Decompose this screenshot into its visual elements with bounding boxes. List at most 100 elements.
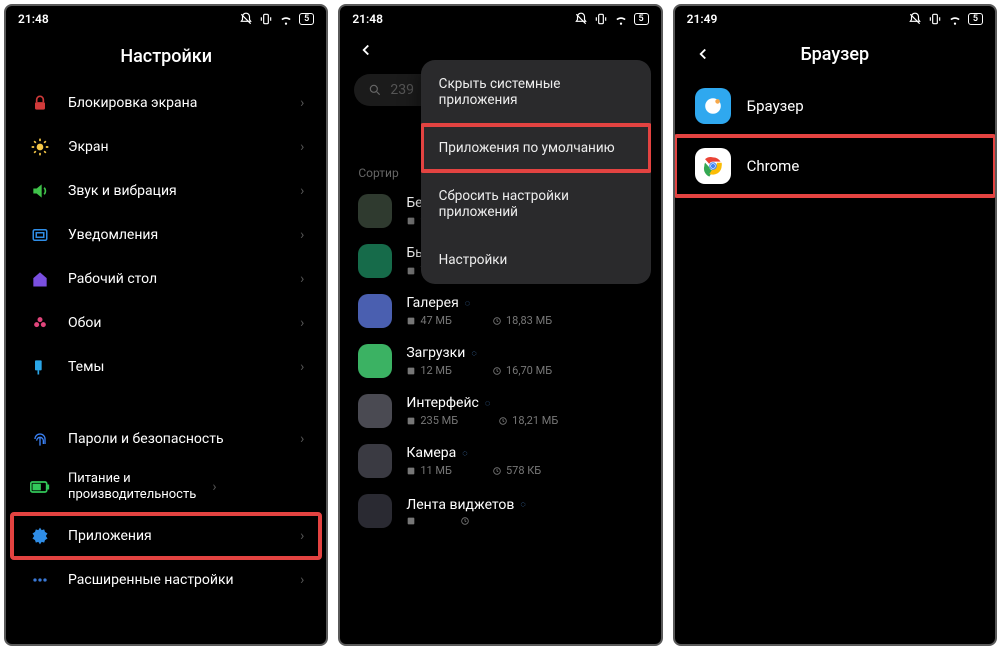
overflow-menu: Скрыть системные приложенияПриложения по… — [421, 60, 651, 284]
dnd-icon — [574, 12, 588, 26]
battery-icon: 5 — [634, 13, 649, 25]
browser-option-label: Chrome — [747, 157, 800, 175]
vibrate-icon — [928, 12, 942, 26]
loading-icon: ◌ — [465, 298, 470, 309]
app-cache: 578 КБ — [492, 464, 541, 477]
wifi-icon — [279, 12, 293, 26]
menu-item[interactable]: Настройки — [421, 236, 651, 284]
settings-item-bell[interactable]: Уведомления › — [12, 213, 320, 257]
app-icon — [358, 444, 392, 478]
app-icon — [358, 494, 392, 528]
app-cache: 18,83 МБ — [492, 314, 552, 327]
settings-item-battery[interactable]: Питание и производительность › — [12, 461, 320, 514]
chevron-right-icon: › — [300, 227, 304, 243]
chevron-right-icon: › — [300, 95, 304, 111]
chevron-right-icon: › — [300, 183, 304, 199]
loading-icon: ◌ — [471, 348, 476, 359]
app-cache: 18,21 МБ — [498, 414, 558, 427]
browser-app-list: Браузер Chrome — [675, 76, 995, 196]
browser-option-label: Браузер — [747, 97, 804, 115]
dnd-icon — [908, 12, 922, 26]
settings-item-gear[interactable]: Приложения› — [12, 514, 320, 558]
status-bar: 21:49 5 — [675, 6, 995, 28]
status-bar: 21:48 5 — [6, 6, 326, 28]
phone-settings: 21:48 5 Настройки Блокировка экрана›Экра… — [4, 4, 328, 646]
settings-item-label: Уведомления — [68, 227, 284, 243]
app-name: Камера — [406, 445, 456, 461]
app-row[interactable]: Камера◌11 МБ578 КБ — [340, 436, 660, 486]
back-button[interactable] — [354, 38, 378, 62]
app-size: 47 МБ — [406, 314, 452, 327]
app-row[interactable]: Лента виджетов◌ — [340, 486, 660, 536]
app-icon — [358, 394, 392, 428]
vibrate-icon — [259, 12, 273, 26]
app-row[interactable]: Загрузки◌12 МБ16,70 МБ — [340, 336, 660, 386]
status-time: 21:48 — [18, 12, 49, 26]
chevron-right-icon: › — [212, 479, 216, 495]
app-name: Лента виджетов — [406, 497, 514, 513]
page-title: Браузер — [715, 44, 955, 65]
settings-item-label: Блокировка экрана — [68, 95, 284, 111]
chevron-right-icon: › — [300, 359, 304, 375]
chevron-right-icon: › — [300, 431, 304, 447]
settings-item-label: Питание и производительность — [68, 471, 196, 504]
settings-item-home[interactable]: Рабочий стол› — [12, 257, 320, 301]
browser-icon — [695, 88, 731, 124]
settings-item-brush[interactable]: Темы › — [12, 345, 320, 389]
app-size: 11 МБ — [406, 464, 452, 477]
settings-item-label: Приложения — [68, 528, 284, 544]
app-row[interactable]: Галерея ◌ 47 МБ 18,83 МБ — [340, 286, 660, 336]
settings-item-lock[interactable]: Блокировка экрана › — [12, 81, 320, 125]
menu-item[interactable]: Сбросить настройки приложений — [421, 172, 651, 236]
app-cache: 16,70 МБ — [492, 364, 552, 377]
app-icon — [358, 294, 392, 328]
settings-item-fingerprint[interactable]: Пароли и безопасность › — [12, 417, 320, 461]
status-bar: 21:48 5 — [340, 6, 660, 28]
app-cache — [460, 516, 474, 526]
app-name: Загрузки — [406, 345, 465, 361]
settings-item-flower[interactable]: Обои› — [12, 301, 320, 345]
bell-icon — [28, 223, 52, 247]
app-icon — [358, 344, 392, 378]
settings-item-label: Звук и вибрация — [68, 183, 284, 199]
sun-icon — [28, 135, 52, 159]
settings-item-sound[interactable]: Звук и вибрация › — [12, 169, 320, 213]
brush-icon — [28, 355, 52, 379]
flower-icon — [28, 311, 52, 335]
status-time: 21:48 — [352, 12, 383, 26]
app-name: Интерфейс — [406, 395, 479, 411]
status-time: 21:49 — [687, 12, 718, 26]
app-size: 235 МБ — [406, 414, 458, 427]
browser-option[interactable]: Chrome — [675, 136, 995, 196]
lock-icon — [28, 91, 52, 115]
battery-icon — [28, 475, 52, 499]
chevron-right-icon: › — [300, 315, 304, 331]
phone-apps: 21:48 5 239 🗑 Удал Сортир Безопасность◌9… — [338, 4, 662, 646]
wifi-icon — [614, 12, 628, 26]
home-icon — [28, 267, 52, 291]
settings-item-label: Пароли и безопасность — [68, 431, 284, 447]
settings-item-label: Экран — [68, 139, 284, 155]
status-right: 5 — [239, 12, 314, 26]
vibrate-icon — [594, 12, 608, 26]
chrome-icon — [695, 148, 731, 184]
dots-icon — [28, 568, 52, 592]
app-name: Галерея — [406, 295, 458, 311]
phone-browser-default: 21:49 5 Браузер Браузер Chrome — [673, 4, 997, 646]
settings-item-sun[interactable]: Экран› — [12, 125, 320, 169]
browser-option[interactable]: Браузер — [675, 76, 995, 136]
back-button[interactable] — [691, 42, 715, 66]
settings-item-label: Темы — [68, 359, 284, 375]
settings-item-label: Рабочий стол — [68, 271, 284, 287]
menu-item[interactable]: Приложения по умолчанию — [421, 124, 651, 172]
chevron-right-icon: › — [300, 572, 304, 588]
gear-icon — [28, 524, 52, 548]
battery-icon: 5 — [299, 13, 314, 25]
menu-item[interactable]: Скрыть системные приложения — [421, 60, 651, 124]
app-icon — [358, 244, 392, 278]
wifi-icon — [948, 12, 962, 26]
app-row[interactable]: Интерфейс◌235 МБ18,21 МБ — [340, 386, 660, 436]
settings-item-dots[interactable]: Расширенные настройки› — [12, 558, 320, 602]
settings-list: Блокировка экрана›Экран›Звук и вибрация›… — [6, 81, 326, 644]
status-right: 5 — [908, 12, 983, 26]
